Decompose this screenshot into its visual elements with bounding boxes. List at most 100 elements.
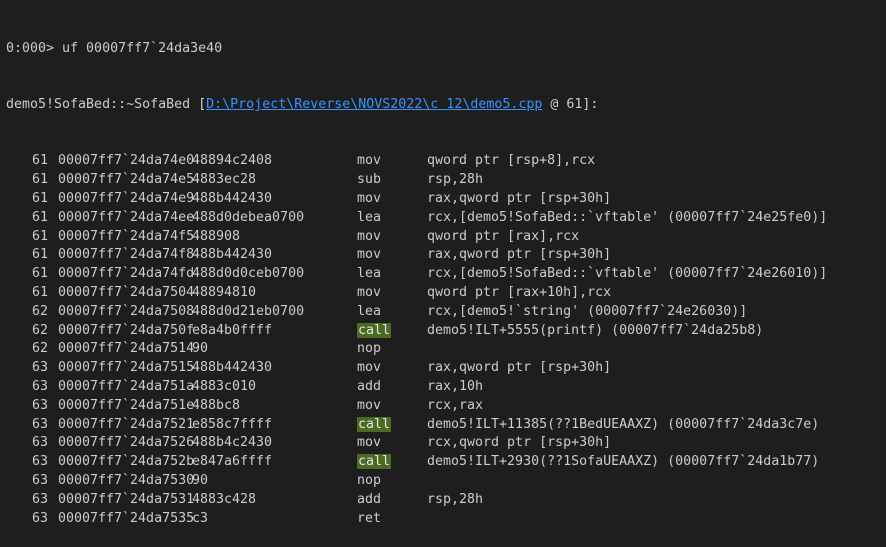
disassembly-row: 61 00007ff7`24da74ee 488d0debea0700 lea rcx,… [6, 209, 886, 228]
instruction-mnemonic: nop [357, 472, 382, 488]
source-line-number: 61 [32, 266, 49, 282]
source-line-number: 61 [32, 172, 49, 188]
instruction-address: 00007ff7`24da74e9 [58, 190, 195, 206]
opcode-bytes: 488bc8 [192, 397, 241, 413]
opcode-bytes: 488b442430 [192, 360, 273, 376]
source-line-suffix: @ 61]: [542, 96, 599, 112]
source-file-link[interactable]: D:\Project\Reverse\NOVS2022\c 12\demo5.c… [206, 97, 542, 112]
instruction-operands: qword ptr [rsp+8],rcx [427, 153, 596, 169]
source-line-number: 62 [32, 303, 49, 319]
opcode-bytes: 90 [192, 472, 209, 488]
instruction-mnemonic: add [357, 378, 382, 394]
source-line-number: 63 [32, 397, 49, 413]
instruction-mnemonic: mov [357, 284, 382, 300]
opcode-bytes: 488b442430 [192, 190, 273, 206]
debugger-console-output: 0:000> uf 00007ff7`24da3e40 demo5!SofaBe… [0, 0, 886, 547]
instruction-address: 00007ff7`24da7504 [58, 284, 195, 300]
instruction-address: 00007ff7`24da7535 [58, 510, 195, 526]
disassembly-row: 63 00007ff7`24da751a 4883c010 add rax,10h [6, 378, 886, 397]
instruction-operands: rcx,[demo5!`string' (00007ff7`24e26030)] [427, 303, 748, 319]
source-line-number: 63 [32, 491, 49, 507]
disassembly-row: 61 00007ff7`24da74f8 488b442430 mov rax,qwor… [6, 246, 886, 265]
instruction-address: 00007ff7`24da74fd [58, 266, 195, 282]
call-mnemonic-highlighted: call [357, 453, 392, 472]
instruction-mnemonic: ret [357, 510, 382, 526]
disassembly-row: 61 00007ff7`24da74e0 48894c2408 mov qword pt… [6, 152, 886, 171]
instruction-operands: rax,qword ptr [rsp+30h] [427, 247, 612, 263]
opcode-bytes: 4883c428 [192, 491, 257, 507]
instruction-address: 00007ff7`24da7530 [58, 472, 195, 488]
disassembly-row: 63 00007ff7`24da751e 488bc8 mov rcx,rax [6, 397, 886, 416]
source-line-number: 63 [32, 378, 49, 394]
disassembly-row: 61 00007ff7`24da74e9 488b442430 mov rax,qwor… [6, 190, 886, 209]
opcode-bytes: 90 [192, 341, 209, 357]
instruction-mnemonic: mov [357, 247, 382, 263]
instruction-operands: rax,qword ptr [rsp+30h] [427, 360, 612, 376]
function-symbol: demo5!SofaBed::~SofaBed [6, 96, 199, 112]
source-line-number: 62 [32, 322, 49, 338]
instruction-mnemonic: mov [357, 228, 382, 244]
opcode-bytes: 488b4c2430 [192, 435, 273, 451]
disassembly-row: 63 00007ff7`24da752b e847a6ffff call demo5!I… [6, 453, 886, 472]
disassembly-row: 62 00007ff7`24da7508 488d0d21eb0700 lea rcx,… [6, 303, 886, 322]
instruction-operands: rcx,[demo5!SofaBed::`vftable' (00007ff7`… [427, 209, 828, 225]
instruction-mnemonic: mov [357, 435, 382, 451]
disassembly-row: 61 00007ff7`24da74fd 488d0d0ceb0700 lea rcx,… [6, 265, 886, 284]
opcode-bytes: 488d0d0ceb0700 [192, 266, 305, 282]
source-line-number: 63 [32, 454, 49, 470]
opcode-bytes: 48894810 [192, 284, 257, 300]
instruction-address: 00007ff7`24da7508 [58, 303, 195, 319]
instruction-address: 00007ff7`24da7514 [58, 341, 195, 357]
instruction-address: 00007ff7`24da7515 [58, 360, 195, 376]
source-line-number: 61 [32, 153, 49, 169]
call-highlight: call [357, 322, 392, 338]
instruction-mnemonic: lea [357, 266, 382, 282]
call-mnemonic-highlighted: call [357, 322, 392, 341]
instruction-address: 00007ff7`24da74e0 [58, 153, 195, 169]
instruction-address: 00007ff7`24da751a [58, 378, 195, 394]
source-line-number: 63 [32, 435, 49, 451]
disassembly-row: 61 00007ff7`24da7504 48894810 mov qword ptr … [6, 284, 886, 303]
call-highlight: call [357, 454, 392, 470]
source-line-number: 61 [32, 209, 49, 225]
instruction-address: 00007ff7`24da74e5 [58, 172, 195, 188]
bracket-open: [ [198, 96, 207, 112]
instruction-operands: rax,qword ptr [rsp+30h] [427, 190, 612, 206]
instruction-operands: demo5!ILT+5555(printf) (00007ff7`24da25b… [427, 322, 764, 338]
disassembly-row: 62 00007ff7`24da7514 90 nop [6, 340, 886, 359]
disassembly-row: 63 00007ff7`24da7535 c3 ret [6, 510, 886, 529]
instruction-address: 00007ff7`24da751e [58, 397, 195, 413]
opcode-bytes: 488d0debea0700 [192, 209, 305, 225]
opcode-bytes: e8a4b0ffff [192, 322, 273, 338]
instruction-operands: demo5!ILT+2930(??1SofaUEAAXZ) (00007ff7`… [427, 454, 820, 470]
instruction-mnemonic: nop [357, 341, 382, 357]
opcode-bytes: 488908 [192, 228, 241, 244]
instruction-operands: rsp,28h [427, 491, 484, 507]
source-line-number: 63 [32, 510, 49, 526]
instruction-mnemonic: mov [357, 397, 382, 413]
instruction-operands: rcx,[demo5!SofaBed::`vftable' (00007ff7`… [427, 266, 828, 282]
instruction-address: 00007ff7`24da750f [58, 322, 195, 338]
disassembly-row: 61 00007ff7`24da74e5 4883ec28 sub rsp,28h [6, 171, 886, 190]
opcode-bytes: 48894c2408 [192, 153, 273, 169]
source-line-number: 61 [32, 190, 49, 206]
disassembly-row: 62 00007ff7`24da750f e8a4b0ffff call demo5!I… [6, 322, 886, 341]
source-line-number: 61 [32, 284, 49, 300]
instruction-operands: qword ptr [rax+10h],rcx [427, 284, 612, 300]
instruction-mnemonic: mov [357, 153, 382, 169]
instruction-operands: rsp,28h [427, 172, 484, 188]
source-line-number: 63 [32, 360, 49, 376]
source-line-number: 61 [32, 228, 49, 244]
opcode-bytes: 488b442430 [192, 247, 273, 263]
instruction-mnemonic: mov [357, 360, 382, 376]
instruction-address: 00007ff7`24da74f5 [58, 228, 195, 244]
function-header-line: demo5!SofaBed::~SofaBed [D:\Project\Reve… [6, 96, 886, 115]
instruction-operands: rcx,qword ptr [rsp+30h] [427, 435, 612, 451]
disassembly-row: 61 00007ff7`24da74f5 488908 mov qword ptr [r… [6, 228, 886, 247]
disassembly-row: 63 00007ff7`24da7531 4883c428 add rsp,28h [6, 491, 886, 510]
instruction-address: 00007ff7`24da74f8 [58, 247, 195, 263]
source-line-number: 61 [32, 247, 49, 263]
source-line-number: 62 [32, 341, 49, 357]
instruction-operands: rax,10h [427, 378, 484, 394]
instruction-address: 00007ff7`24da74ee [58, 209, 195, 225]
